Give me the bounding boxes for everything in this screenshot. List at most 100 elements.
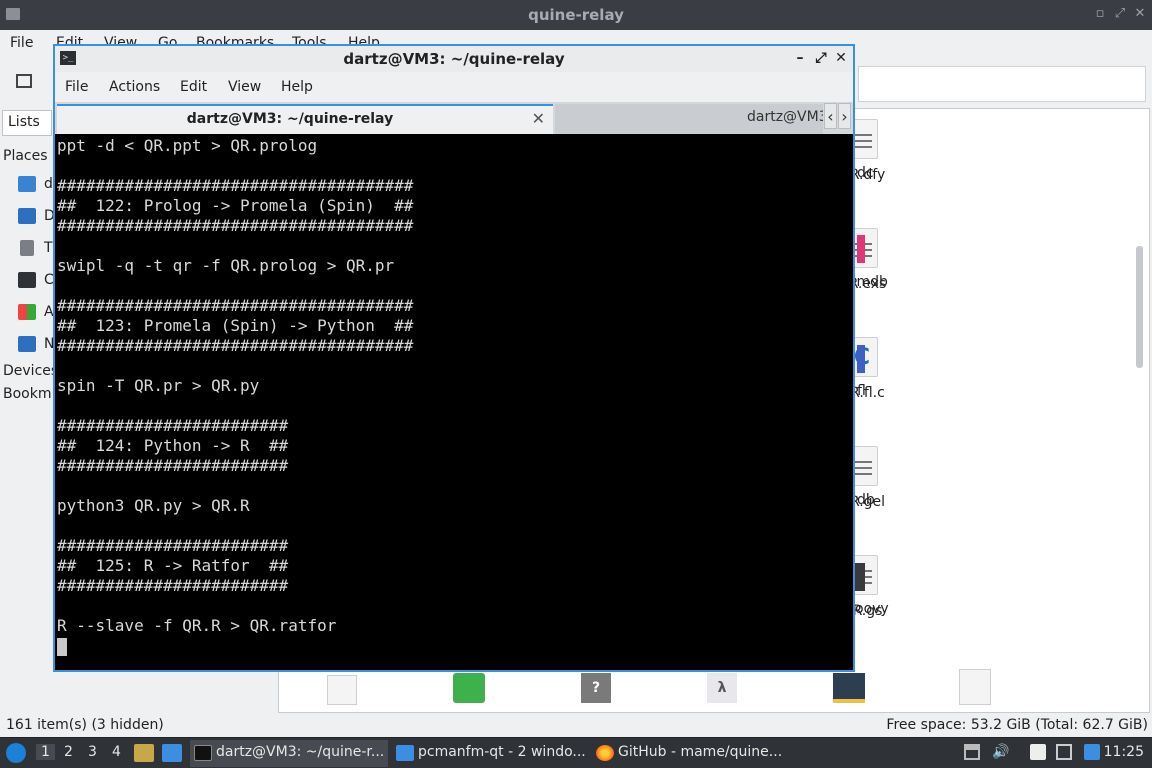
sidebar-mode-select[interactable]: Lists: [2, 110, 52, 136]
workspace-1[interactable]: 1: [36, 744, 55, 760]
terminal-cursor: [57, 637, 67, 656]
update-notifier-icon[interactable]: [1084, 744, 1100, 760]
show-desktop-icon[interactable]: [162, 744, 182, 762]
task-label: GitHub - mame/quine...: [618, 744, 783, 760]
terminal-line: ## 125: R -> Ratfor ##: [57, 556, 289, 575]
fm-window-title: quine-relay: [528, 6, 624, 24]
terminal-line: R --slave -f QR.R > QR.ratfor: [57, 616, 337, 635]
task-label: pcmanfm-qt - 2 windo...: [418, 744, 586, 760]
network-icon[interactable]: [18, 336, 36, 352]
terminal-line: #####################################: [57, 296, 414, 315]
term-menu-edit[interactable]: Edit: [180, 79, 207, 95]
tab-scroll-right-icon[interactable]: ›: [838, 103, 851, 129]
terminal-tab-bar: dartz@VM3: ~/quine-relay ✕ dartz@VM3: ~/…: [55, 102, 853, 134]
terminal-line: ########################: [57, 456, 289, 475]
terminal-line: #####################################: [57, 336, 414, 355]
term-menu-help[interactable]: Help: [281, 79, 313, 95]
task-file-manager[interactable]: pcmanfm-qt - 2 windo...: [392, 740, 588, 767]
task-firefox[interactable]: GitHub - mame/quine...: [592, 740, 792, 767]
terminal-line: #####################################: [57, 216, 414, 235]
terminal-window-title: dartz@VM3: ~/quine-relay: [343, 50, 565, 68]
workspace-2[interactable]: 2: [64, 744, 73, 760]
terminal-line: ########################: [57, 576, 289, 595]
workspace-4[interactable]: 4: [112, 744, 121, 760]
places-heading: Places: [3, 148, 48, 164]
text-file-icon: [857, 345, 865, 373]
text-file-icon[interactable]: [327, 675, 357, 705]
term-menu-actions[interactable]: Actions: [109, 79, 160, 95]
trash-icon[interactable]: [20, 240, 34, 256]
term-menu-view[interactable]: View: [228, 79, 261, 95]
close-icon[interactable]: ✕: [1132, 6, 1148, 22]
terminal-line: swipl -q -t qr -f QR.prolog > QR.pr: [57, 256, 395, 275]
file-name: oovy: [855, 601, 889, 617]
text-file-icon[interactable]: [959, 669, 991, 705]
terminal-line: spin -T QR.pr > QR.py: [57, 376, 260, 395]
applications-icon[interactable]: [18, 304, 36, 320]
close-icon[interactable]: ✕: [832, 49, 850, 67]
workspace-3[interactable]: 3: [88, 744, 97, 760]
fm-menu-file[interactable]: File: [10, 35, 33, 51]
display-icon[interactable]: [1056, 744, 1072, 760]
clipboard-icon[interactable]: [1030, 744, 1046, 760]
sidebar-item-trash[interactable]: T: [44, 240, 53, 256]
desktop-icon[interactable]: [18, 208, 36, 224]
status-item-count: 161 item(s) (3 hidden): [6, 717, 164, 733]
source-file-icon[interactable]: [833, 673, 865, 703]
minimize-icon[interactable]: ▫: [1092, 6, 1108, 22]
home-folder-icon[interactable]: [18, 176, 36, 192]
terminal-line: ## 122: Prolog -> Promela (Spin) ##: [57, 196, 414, 215]
unknown-file-icon[interactable]: ?: [581, 673, 611, 703]
tab-scroll-left-icon[interactable]: ‹: [824, 103, 837, 129]
new-window-icon[interactable]: [16, 74, 32, 88]
firefox-icon: [596, 745, 614, 761]
tab-label: dartz@VM3: ~/quine-relay: [747, 109, 823, 125]
computer-icon[interactable]: [18, 272, 36, 288]
terminal-titlebar[interactable]: >_ dartz@VM3: ~/quine-relay – ⤢ ✕: [55, 46, 853, 72]
terminal-output[interactable]: ppt -d < QR.ppt > QR.prolog #############…: [55, 136, 853, 670]
scrollbar-thumb[interactable]: [1136, 246, 1143, 368]
tab-inactive[interactable]: dartz@VM3: ~/quine-relay: [555, 104, 823, 134]
terminal-window: >_ dartz@VM3: ~/quine-relay – ⤢ ✕ File A…: [53, 44, 855, 672]
terminal-line: ## 123: Promela (Spin) -> Python ##: [57, 316, 414, 335]
volume-icon[interactable]: 🔊: [992, 744, 1009, 760]
terminal-line: ppt -d < QR.ppt > QR.prolog: [57, 136, 318, 155]
tab-label: dartz@VM3: ~/quine-relay: [186, 111, 394, 127]
fm-address-bar[interactable]: [858, 66, 1146, 102]
terminal-icon: [194, 745, 212, 761]
terminal-menubar: File Actions Edit View Help: [55, 72, 853, 102]
task-terminal[interactable]: dartz@VM3: ~/quine-r...: [190, 740, 388, 767]
file-name: dc: [857, 165, 874, 181]
fm-titlebar[interactable]: quine-relay ▫ ⤢ ✕: [0, 0, 1152, 30]
file-manager-launcher-icon[interactable]: [134, 744, 154, 762]
file-name: db: [857, 492, 875, 508]
terminal-line: ########################: [57, 416, 289, 435]
status-free-space: Free space: 53.2 GiB (Total: 62.7 GiB): [886, 717, 1148, 733]
maximize-icon[interactable]: ⤢: [812, 49, 830, 67]
haskell-file-icon[interactable]: λ: [707, 673, 737, 703]
minimize-icon[interactable]: –: [791, 49, 809, 67]
start-menu-icon[interactable]: [6, 743, 26, 763]
archive-file-icon[interactable]: [453, 673, 485, 703]
database-file-icon: [857, 235, 865, 263]
tab-active[interactable]: dartz@VM3: ~/quine-relay ✕: [57, 104, 553, 134]
terminal-line: ## 124: Python -> R ##: [57, 436, 289, 455]
close-tab-icon[interactable]: ✕: [532, 109, 545, 128]
eject-icon[interactable]: [964, 744, 980, 760]
task-label: dartz@VM3: ~/quine-r...: [216, 744, 385, 760]
terminal-line: #####################################: [57, 176, 414, 195]
bookmarks-heading: Bookm: [3, 386, 52, 402]
sidebar-item-home[interactable]: d: [44, 176, 53, 192]
terminal-line: [57, 636, 853, 656]
term-menu-file[interactable]: File: [65, 79, 88, 95]
folder-icon: [396, 745, 414, 761]
maximize-icon[interactable]: ⤢: [1112, 6, 1128, 22]
taskbar: 1 2 3 4 dartz@VM3: ~/quine-r... pcmanfm-…: [0, 737, 1152, 768]
